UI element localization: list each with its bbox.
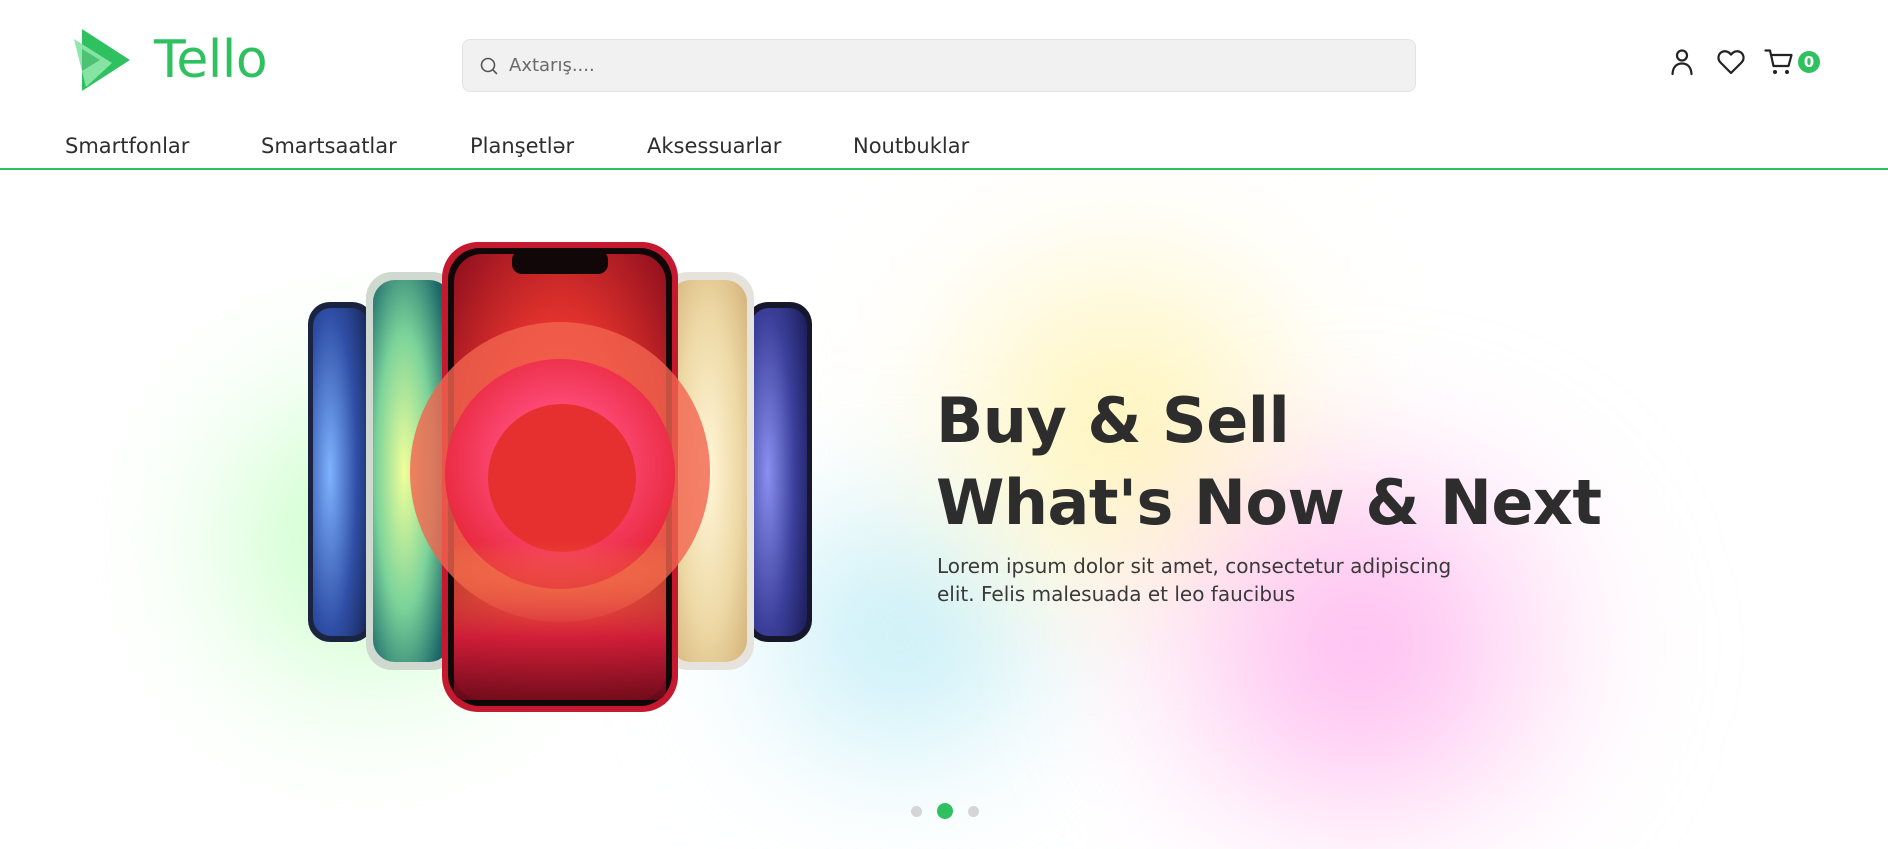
- cart-icon: [1764, 49, 1793, 74]
- header-actions: 0: [1666, 46, 1820, 78]
- nav-item-noutbuklar[interactable]: Noutbuklar: [853, 134, 969, 158]
- nav-item-smartfonlar[interactable]: Smartfonlar: [65, 134, 189, 158]
- heart-icon: [1717, 50, 1745, 75]
- hero-description: Lorem ipsum dolor sit amet, consectetur …: [937, 554, 1452, 606]
- search-icon: [480, 57, 498, 74]
- logo-icon: [74, 29, 130, 91]
- hero-title: Buy & Sell What's Now & Next: [936, 380, 1602, 544]
- user-icon: [1671, 49, 1693, 76]
- hero-title-line-2: What's Now & Next: [936, 466, 1602, 539]
- carousel-dot-2-active[interactable]: [937, 803, 953, 819]
- cart-button[interactable]: 0: [1764, 48, 1820, 76]
- nav-item-smartsaatlar[interactable]: Smartsaatlar: [261, 134, 397, 158]
- carousel-dot-1[interactable]: [911, 805, 922, 817]
- carousel-dot-3[interactable]: [968, 805, 979, 817]
- nav-item-aksessuarlar[interactable]: Aksessuarlar: [647, 134, 781, 158]
- hero-phones-image: [300, 242, 820, 712]
- logo[interactable]: Tello: [72, 27, 268, 93]
- nav-item-planshetler[interactable]: Planşetlər: [470, 134, 574, 158]
- category-nav: Smartfonlar Smartsaatlar Planşetlər Akse…: [0, 130, 1888, 170]
- search-bar[interactable]: [462, 39, 1416, 92]
- logo-text: Tello: [154, 30, 268, 90]
- hero-banner: Buy & Sell What's Now & Next Lorem ipsum…: [0, 170, 1888, 849]
- wishlist-button[interactable]: [1715, 46, 1747, 78]
- cart-count-badge: 0: [1798, 51, 1820, 73]
- site-header: Tello 0: [0, 0, 1888, 130]
- hero-title-line-1: Buy & Sell: [936, 384, 1290, 457]
- user-button[interactable]: [1666, 46, 1698, 78]
- carousel-indicators: [911, 803, 979, 819]
- search-input[interactable]: [507, 54, 1391, 77]
